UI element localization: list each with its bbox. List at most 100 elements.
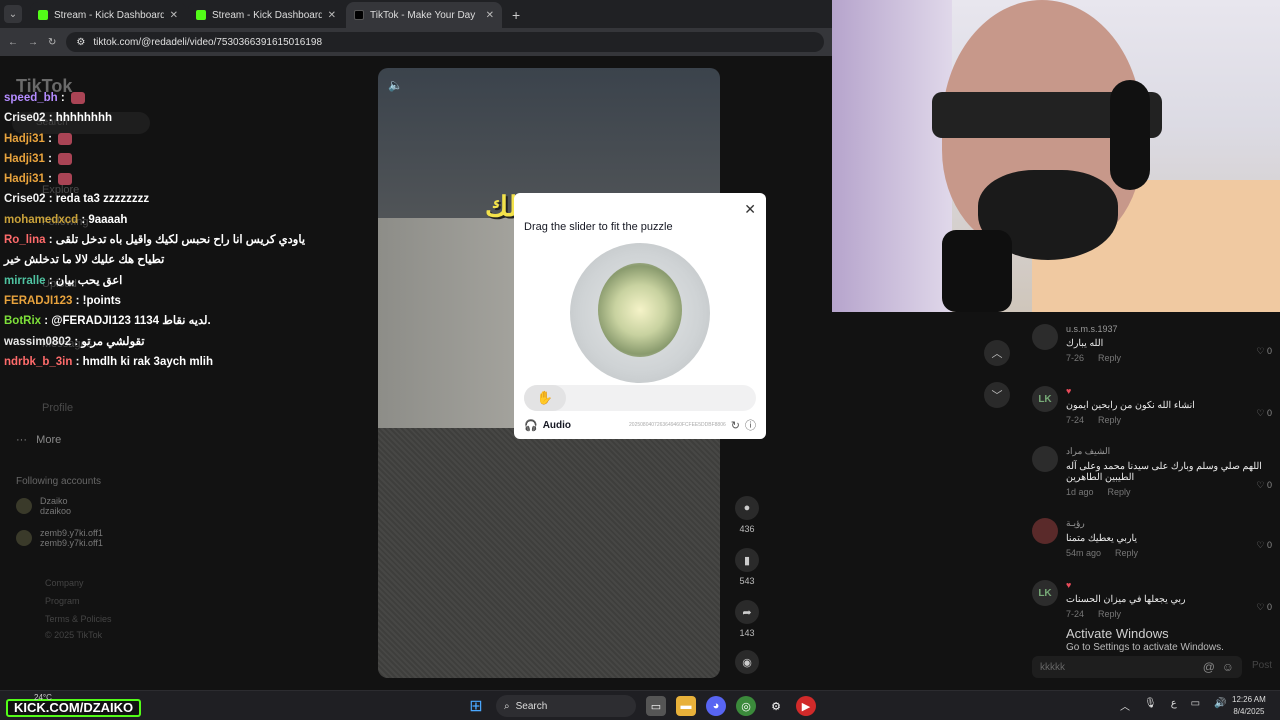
task-view-icon[interactable]: ▭	[646, 696, 666, 716]
chat-username[interactable]: mirralle	[4, 275, 46, 287]
like-button[interactable]: ♡ 0	[1256, 602, 1272, 613]
captcha-slider-track[interactable]: ✋	[524, 385, 756, 411]
account-name: zemb9.y7ki.off1	[40, 528, 103, 538]
site-info-icon[interactable]: ⚙	[76, 37, 85, 48]
volume-icon[interactable]: 🔈	[388, 78, 403, 92]
comment-username[interactable]: رؤيـة	[1066, 518, 1266, 529]
following-account-item[interactable]: zemb9.y7ki.off1 zemb9.y7ki.off1	[16, 528, 103, 548]
footer-company[interactable]: Company	[45, 578, 84, 588]
close-tab-icon[interactable]: ✕	[328, 10, 336, 21]
chat-separator: :	[72, 355, 83, 368]
comment-action[interactable]: ● 436	[734, 496, 760, 534]
volume-icon[interactable]: 🔊	[1214, 698, 1226, 713]
chat-username[interactable]: Hadji31	[4, 133, 45, 145]
previous-video-button[interactable]: ︿	[984, 340, 1010, 366]
emoji-icon[interactable]: ☺	[1222, 660, 1234, 674]
reply-button[interactable]: Reply	[1098, 609, 1121, 619]
clock-time: 12:26 AM	[1232, 695, 1266, 704]
discord-icon[interactable]: ◕	[706, 696, 726, 716]
reply-button[interactable]: Reply	[1108, 487, 1131, 497]
chat-separator: :	[45, 112, 56, 125]
chat-message: FERADJI123 : !points	[4, 291, 304, 311]
avatar[interactable]	[1032, 324, 1058, 350]
chat-username[interactable]: Ro_lina	[4, 234, 46, 246]
kick-favicon-icon	[196, 10, 206, 20]
close-tab-icon[interactable]: ✕	[170, 10, 178, 21]
network-icon[interactable]: ▭	[1191, 698, 1200, 713]
tray-overflow-icon[interactable]: ︿	[1120, 698, 1130, 713]
language-indicator[interactable]: ع	[1171, 698, 1177, 713]
share-action[interactable]: ➦ 143	[734, 600, 760, 638]
mention-icon[interactable]: @	[1203, 660, 1215, 674]
chat-message: Hadji31 :	[4, 129, 304, 149]
close-tab-icon[interactable]: ✕	[486, 10, 494, 21]
new-tab-button[interactable]: +	[512, 7, 520, 23]
file-explorer-icon[interactable]: ▬	[676, 696, 696, 716]
reply-button[interactable]: Reply	[1115, 548, 1138, 558]
chat-message: BotRix : @FERADJI123 1134 لديه نقاط.	[4, 311, 304, 331]
audio-button[interactable]: Audio	[543, 420, 571, 431]
settings-icon[interactable]: ⚙	[766, 696, 786, 716]
nav-profile[interactable]: Profile	[42, 402, 73, 414]
chat-text: !points	[82, 294, 121, 307]
bookmark-action[interactable]: ▮ 543	[734, 548, 760, 586]
chrome-icon[interactable]: ◎	[736, 696, 756, 716]
chat-message: speed_bh :	[4, 88, 304, 108]
microphone-icon[interactable]: 🎙	[1144, 698, 1157, 713]
footer-program[interactable]: Program	[45, 596, 80, 606]
chat-username[interactable]: Crise02	[4, 193, 46, 205]
url-text: tiktok.com/@redadeli/video/7530366391615…	[93, 36, 323, 48]
chat-username[interactable]: Hadji31	[4, 173, 45, 185]
footer-terms[interactable]: Terms & Policies	[45, 614, 112, 624]
avatar[interactable]	[1032, 518, 1058, 544]
chat-username[interactable]: BotRix	[4, 315, 41, 327]
refresh-icon[interactable]: ↻	[731, 419, 740, 432]
comment-date: 7-24	[1066, 415, 1085, 425]
avatar	[16, 530, 32, 546]
like-button[interactable]: ♡ 0	[1256, 408, 1272, 419]
chat-message: mirralle : اعق يحب بيان	[4, 271, 304, 291]
comment-username[interactable]: الشيف مراد	[1066, 446, 1266, 457]
avatar[interactable]: LK	[1032, 386, 1058, 412]
clock[interactable]: 12:26 AM 8/4/2025	[1232, 694, 1266, 718]
weather-widget[interactable]: 24°C	[34, 693, 52, 702]
following-account-item[interactable]: Dzaiko dzaikoo	[16, 496, 71, 516]
reload-icon[interactable]: ↻	[48, 37, 56, 48]
chat-username[interactable]: Hadji31	[4, 153, 45, 165]
more-menu[interactable]: ··· More	[16, 434, 61, 446]
heart-icon: ♥	[1066, 386, 1072, 396]
close-icon[interactable]: ✕	[744, 201, 756, 218]
tab-kick-dashboard-1[interactable]: Stream - Kick Dashboard ✕	[30, 2, 186, 28]
next-video-button[interactable]: ﹀	[984, 382, 1010, 408]
url-field[interactable]: ⚙ tiktok.com/@redadeli/video/75303663916…	[66, 32, 824, 52]
chat-username[interactable]: ndrbk_b_3in	[4, 356, 72, 368]
chat-username[interactable]: wassim0802	[4, 336, 71, 348]
tab-tiktok[interactable]: TikTok - Make Your Day ✕	[346, 2, 502, 28]
chat-username[interactable]: Crise02	[4, 112, 46, 124]
chat-username[interactable]: mohamedxcd	[4, 214, 78, 226]
post-button[interactable]: Post	[1252, 660, 1272, 671]
media-player-icon[interactable]: ▶	[796, 696, 816, 716]
avatar[interactable]: LK	[1032, 580, 1058, 606]
tab-search-button[interactable]: ⌄	[4, 5, 22, 23]
add-comment-input[interactable]: kkkkk @ ☺	[1032, 656, 1242, 678]
avatar[interactable]	[1032, 446, 1058, 472]
captcha-slider-handle[interactable]: ✋	[524, 385, 566, 411]
start-icon[interactable]: ⊞	[466, 696, 486, 716]
forward-icon[interactable]: →	[28, 37, 38, 48]
info-icon[interactable]: ⓘ	[745, 417, 756, 433]
chat-username[interactable]: speed_bh	[4, 92, 58, 104]
reply-button[interactable]: Reply	[1098, 353, 1121, 363]
chat-username[interactable]: FERADJI123	[4, 295, 72, 307]
comment-username[interactable]: u.s.m.s.1937	[1066, 324, 1266, 334]
chat-message: wassim0802 : تقولشي مرتو	[4, 332, 304, 352]
chat-text: تطياح هك عليك لالا ما تدخلش خير	[4, 254, 165, 267]
back-icon[interactable]: ←	[8, 37, 18, 48]
taskbar-search[interactable]: ⌕ Search	[496, 695, 636, 717]
like-button[interactable]: ♡ 0	[1256, 346, 1272, 357]
like-button[interactable]: ♡ 0	[1256, 540, 1272, 551]
music-disc[interactable]: ◉	[734, 650, 760, 678]
like-button[interactable]: ♡ 0	[1256, 480, 1272, 491]
tab-kick-dashboard-2[interactable]: Stream - Kick Dashboard ✕	[188, 2, 344, 28]
reply-button[interactable]: Reply	[1098, 415, 1121, 425]
